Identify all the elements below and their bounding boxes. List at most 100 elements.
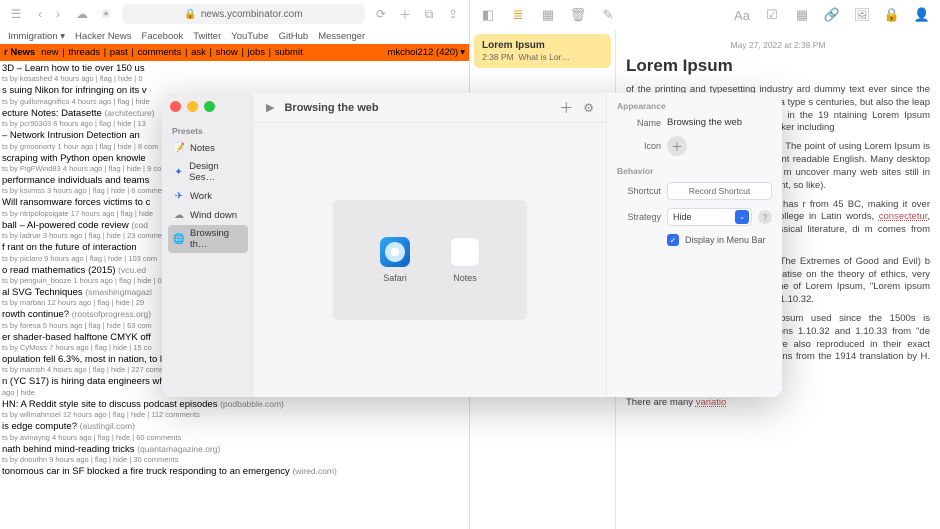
bookmark-item[interactable]: Messenger: [318, 31, 365, 42]
bookmark-item[interactable]: GitHub: [279, 31, 309, 42]
app-label: Safari: [383, 273, 407, 283]
preset-label: Browsing th…: [190, 228, 243, 250]
hn-user[interactable]: mkchoi212 (420): [387, 47, 458, 58]
close-button[interactable]: [170, 101, 181, 112]
app-safari[interactable]: Safari: [380, 237, 410, 283]
preset-icon: 🌐: [173, 233, 185, 245]
table-icon[interactable]: ▦: [794, 7, 810, 23]
preset-icon: 📝: [173, 142, 185, 154]
note-date: May 27, 2022 at 2:38 PM: [626, 40, 930, 50]
safari-icon: [380, 237, 410, 267]
checklist-icon[interactable]: ☑: [764, 7, 780, 23]
preset-icon: ☁: [173, 209, 185, 221]
hn-story-meta: ts by dnouthn 9 hours ago | flag | hide …: [2, 455, 469, 464]
cloud-icon[interactable]: ☁: [74, 6, 90, 22]
reload-icon[interactable]: ⟳: [373, 6, 389, 22]
hn-story[interactable]: HN: A Reddit style site to discuss podca…: [2, 399, 469, 419]
bookmark-item[interactable]: Twitter: [193, 31, 221, 42]
preset-item[interactable]: ✈Work: [168, 187, 248, 205]
hn-story[interactable]: is edge compute? (austingil.com)ts by av…: [2, 421, 469, 441]
share-icon[interactable]: ⇪: [445, 6, 461, 22]
bookmark-item[interactable]: YouTube: [231, 31, 268, 42]
play-icon[interactable]: ▶: [266, 101, 274, 114]
notes-icon: [450, 237, 480, 267]
menubar-checkbox[interactable]: ✓: [667, 234, 679, 246]
hn-nav-show[interactable]: show: [213, 47, 240, 58]
hn-nav-past[interactable]: past: [107, 47, 130, 58]
menubar-label: Display in Menu Bar: [685, 235, 766, 245]
compose-icon[interactable]: ✎: [600, 7, 616, 23]
address-text: news.ycombinator.com: [201, 9, 303, 20]
hn-brand: r News: [4, 47, 35, 58]
add-button[interactable]: ＋: [559, 98, 573, 118]
note-item-title: Lorem Ipsum: [482, 40, 603, 51]
hn-nav-comments[interactable]: comments: [135, 47, 184, 58]
format-icon[interactable]: Aa: [734, 7, 750, 23]
shortcut-inspector: Appearance Name Icon ＋ Behavior Shortcut…: [606, 93, 782, 397]
appearance-icon[interactable]: ☀: [98, 6, 114, 22]
list-view-icon[interactable]: ≣: [510, 7, 526, 23]
lock-icon[interactable]: 🔒: [884, 7, 900, 23]
notes-toolbar: ◧ ≣ ▦ 🗑 ✎ Aa ☑ ▦ 🔗 🖼 🔒 👤: [470, 0, 940, 30]
strategy-select[interactable]: Hide ⌄: [667, 208, 752, 226]
sidebar-toggle-icon[interactable]: ☰: [8, 6, 24, 22]
browser-toolbar: ☰ ‹ › ☁ ☀ 🔒 news.ycombinator.com ⟳ ＋ ⧉ ⇪: [0, 0, 469, 28]
bookmark-item[interactable]: Immigration ▾: [8, 31, 65, 42]
note-item-subtitle: 2:38 PM What is Lor…: [482, 52, 603, 62]
hn-nav-jobs[interactable]: jobs: [245, 47, 268, 58]
bookmark-item[interactable]: Hacker News: [75, 31, 132, 42]
preset-item[interactable]: ✦ Design Ses…: [168, 158, 248, 186]
zoom-button[interactable]: [204, 101, 215, 112]
app-stage: Safari Notes: [333, 200, 527, 320]
collaborate-icon[interactable]: 👤: [914, 7, 930, 23]
chevron-down-icon: ⌄: [735, 210, 749, 224]
icon-label: Icon: [617, 141, 661, 151]
appearance-section: Appearance: [617, 101, 772, 111]
hn-nav-ask[interactable]: ask: [188, 47, 208, 58]
view-toggle-icon[interactable]: ◧: [480, 7, 496, 23]
link-icon[interactable]: 🔗: [824, 7, 840, 23]
preset-label: Notes: [190, 143, 215, 154]
bookmark-item[interactable]: Facebook: [142, 31, 184, 42]
hn-nav-submit[interactable]: submit: [272, 47, 303, 58]
strategy-label: Strategy: [617, 212, 661, 222]
minimize-button[interactable]: [187, 101, 198, 112]
hn-story[interactable]: nath behind mind-reading tricks (quantam…: [2, 444, 469, 464]
trash-icon[interactable]: 🗑: [570, 7, 586, 23]
hn-nav-threads[interactable]: threads: [66, 47, 103, 58]
hn-story[interactable]: tonomous car in SF blocked a fire truck …: [2, 466, 469, 477]
name-input[interactable]: [667, 117, 772, 128]
grid-view-icon[interactable]: ▦: [540, 7, 556, 23]
icon-picker[interactable]: ＋: [667, 136, 687, 156]
window-controls: [168, 101, 248, 112]
preset-item[interactable]: ☁ Wind down: [168, 206, 248, 224]
back-button[interactable]: ‹: [32, 6, 48, 22]
new-tab-icon[interactable]: ＋: [397, 6, 413, 22]
note-list-item[interactable]: Lorem Ipsum 2:38 PM What is Lor…: [474, 34, 611, 68]
tabs-icon[interactable]: ⧉: [421, 6, 437, 22]
shortcut-title: Browsing the web: [284, 102, 378, 114]
preset-icon: ✦: [173, 166, 184, 178]
record-shortcut-button[interactable]: Record Shortcut: [667, 182, 772, 200]
settings-icon[interactable]: ⚙: [583, 101, 594, 115]
shortcut-canvas[interactable]: Safari Notes: [254, 123, 606, 397]
note-title: Lorem Ipsum: [626, 56, 930, 76]
preset-label: Wind down: [190, 210, 237, 221]
preset-item[interactable]: 📝 Notes: [168, 139, 248, 157]
forward-button[interactable]: ›: [50, 6, 66, 22]
hn-story[interactable]: 3D – Learn how to tie over 150 us ts by …: [2, 63, 469, 83]
help-icon[interactable]: ?: [758, 210, 772, 224]
address-bar[interactable]: 🔒 news.ycombinator.com: [122, 4, 365, 24]
shortcuts-header: ▶ Browsing the web ＋ ⚙: [254, 93, 606, 123]
shortcuts-window: Presets 📝Notes✦Design Ses…✈Work☁Wind dow…: [162, 93, 782, 397]
photo-icon[interactable]: 🖼: [854, 7, 870, 23]
name-label: Name: [617, 118, 661, 128]
preset-item[interactable]: 🌐 Browsing th…: [168, 225, 248, 253]
shortcuts-main: ▶ Browsing the web ＋ ⚙ Safari Notes: [254, 93, 606, 397]
app-notes[interactable]: Notes: [450, 237, 480, 283]
hn-nav-new[interactable]: new: [41, 47, 61, 58]
preset-icon: ✈: [173, 190, 185, 202]
behavior-section: Behavior: [617, 166, 772, 176]
preset-label: Design Ses…: [189, 161, 243, 183]
hn-header: r News new | threads | past | comments |…: [0, 44, 469, 61]
